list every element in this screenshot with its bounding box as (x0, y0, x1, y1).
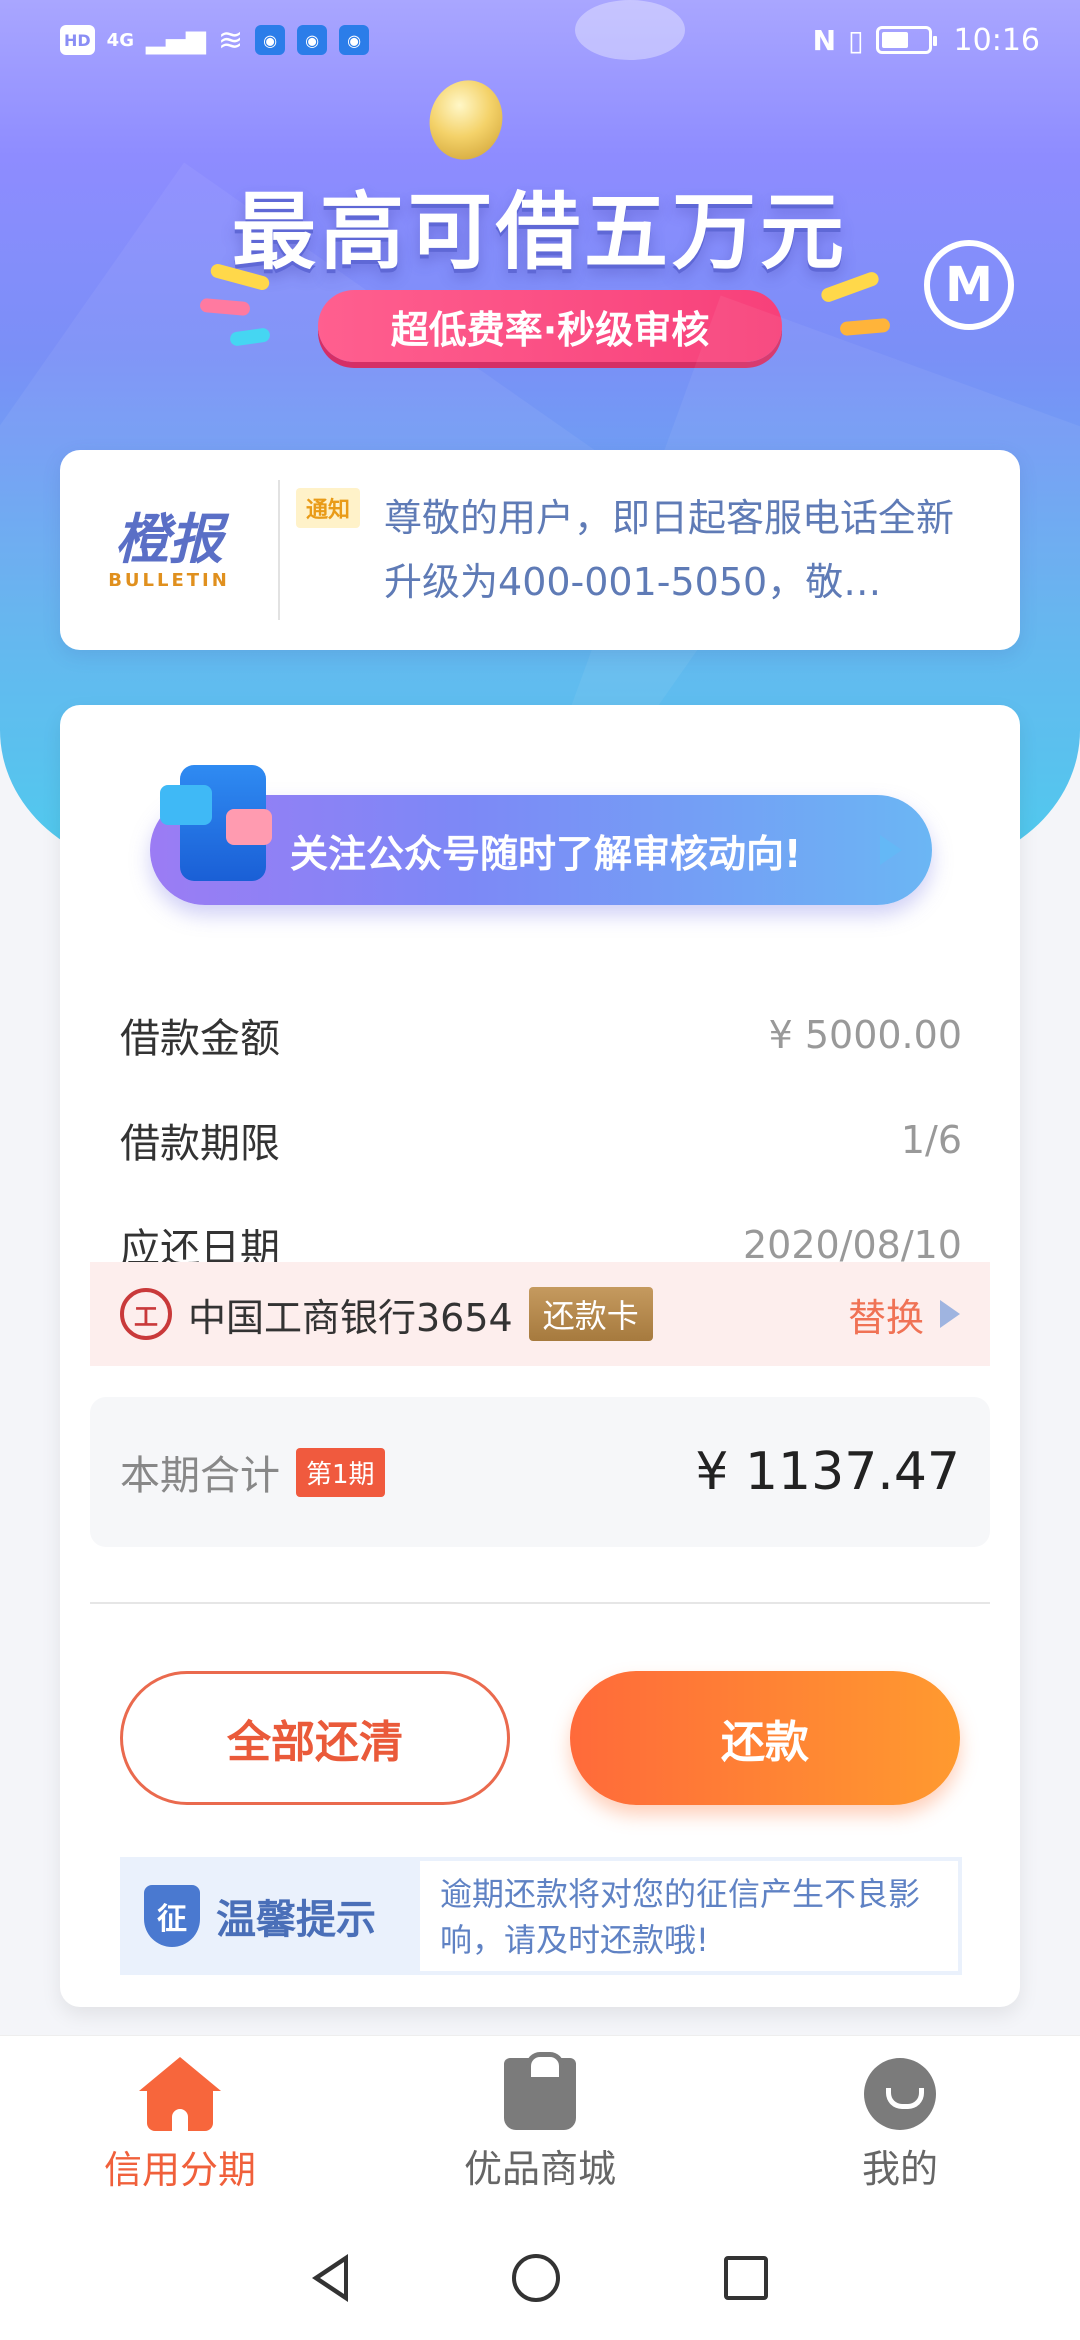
period-total-amount: ¥ 1137.47 (695, 1442, 960, 1502)
spark-decoration (839, 317, 891, 337)
period-total-label: 本期合计 (120, 1453, 280, 1499)
arrow-right-icon (940, 1300, 960, 1328)
hotspot-icon: ◉ (297, 25, 328, 55)
nav-item-credit-installment[interactable]: 信用分期 (0, 2036, 360, 2215)
bottom-nav: 信用分期 优品商城 我的 (0, 2035, 1080, 2215)
loan-term-label: 借款期限 (120, 1121, 280, 1167)
repayment-bank-row: 工 中国工商银行3654 还款卡 替换 (90, 1262, 990, 1366)
shopping-bag-icon (504, 2052, 576, 2130)
loan-term-value: 1/6 (900, 1118, 962, 1162)
user-icon (864, 2058, 936, 2130)
bulletin-card[interactable]: 橙报 BULLETIN 通知 尊敬的用户，即日起客服电话全新升级为400-001… (60, 450, 1020, 650)
period-total-box: 本期合计 第1期 ¥ 1137.47 (90, 1397, 990, 1547)
nav-label: 信用分期 (103, 2148, 256, 2192)
wifi-icon: ≋ (217, 22, 244, 58)
play-arrow-icon (880, 835, 902, 865)
chat-bubble-icon (226, 809, 272, 845)
home-circle-icon[interactable] (512, 2253, 560, 2302)
switch-card-button[interactable]: 替换 (848, 1287, 960, 1342)
period-badge: 第1期 (296, 1447, 385, 1497)
loan-amount-value: ¥ 5000.00 (768, 1013, 962, 1057)
nav-item-me[interactable]: 我的 (720, 2036, 1080, 2215)
vibrate-icon: ▯ (848, 23, 864, 57)
repayment-card: 关注公众号随时了解审核动向! 借款金额 ¥ 5000.00 借款期限 1/6 应… (60, 705, 1020, 2007)
brand-logo-icon[interactable]: M (924, 240, 1014, 330)
hotspot-icon: ◉ (339, 25, 370, 55)
phone-chat-icon (160, 765, 272, 881)
tips-text: 逾期还款将对您的征信产生不良影响，请及时还款哦! (420, 1861, 958, 1971)
status-bar: HD 4G ▂▄▆ ≋ ◉ ◉ ◉ N ▯ 10:16 (0, 0, 1080, 80)
nav-item-mall[interactable]: 优品商城 (360, 2036, 720, 2215)
coin-decoration (419, 70, 513, 170)
bulletin-logo-main: 橙报 (115, 507, 223, 571)
signal-bars-icon: ▂▄▆ (145, 25, 206, 55)
notice-tag: 通知 (296, 488, 361, 528)
bulletin-logo: 橙报 BULLETIN (60, 507, 278, 591)
follow-banner-text: 关注公众号随时了解审核动向! (290, 831, 802, 876)
banner-title: 最高可借五万元 (231, 183, 848, 281)
loan-amount-row: 借款金额 ¥ 5000.00 (120, 1000, 962, 1070)
system-navigation-bar (0, 2215, 1080, 2340)
back-icon[interactable] (312, 2253, 348, 2302)
hd-icon: HD (60, 25, 95, 55)
chat-bubble-icon (160, 785, 212, 825)
hotspot-icon: ◉ (255, 25, 286, 55)
bank-name: 中国工商银行3654 (188, 1295, 513, 1340)
banner-subtitle-pill: 超低费率·秒级审核 (318, 290, 782, 362)
due-date-value: 2020/08/10 (742, 1223, 962, 1267)
repay-button[interactable]: 还款 (570, 1671, 960, 1805)
bulletin-divider (278, 480, 280, 620)
switch-card-label: 替换 (847, 1295, 924, 1340)
spark-decoration (229, 327, 271, 347)
nfc-icon: N (812, 23, 837, 57)
divider (90, 1602, 990, 1604)
spark-decoration (199, 297, 251, 317)
icbc-logo-icon: 工 (120, 1288, 172, 1340)
home-icon (139, 2057, 221, 2131)
loan-term-row: 借款期限 1/6 (120, 1105, 962, 1175)
status-left: HD 4G ▂▄▆ ≋ ◉ ◉ ◉ (60, 22, 370, 58)
warm-tips: 征 温馨提示 逾期还款将对您的征信产生不良影响，请及时还款哦! (120, 1857, 962, 1975)
tips-header: 征 温馨提示 (120, 1885, 420, 1947)
recent-apps-icon[interactable] (724, 2255, 768, 2300)
battery-icon (875, 26, 937, 54)
credit-shield-icon: 征 (144, 1885, 200, 1947)
signal-4g-icon: 4G (106, 29, 134, 51)
nav-label: 我的 (861, 2147, 938, 2191)
repayment-card-tag: 还款卡 (528, 1287, 653, 1341)
status-time: 10:16 (953, 22, 1040, 58)
status-right: N ▯ 10:16 (813, 23, 1040, 58)
pay-all-button[interactable]: 全部还清 (120, 1671, 510, 1805)
tips-title: 温馨提示 (216, 1897, 376, 1943)
loan-amount-label: 借款金额 (120, 1016, 280, 1062)
bulletin-logo-sub: BULLETIN (108, 569, 230, 591)
bulletin-text[interactable]: 尊敬的用户，即日起客服电话全新升级为400-001-5050，敬… (360, 486, 1020, 614)
nav-label: 优品商城 (463, 2147, 616, 2191)
